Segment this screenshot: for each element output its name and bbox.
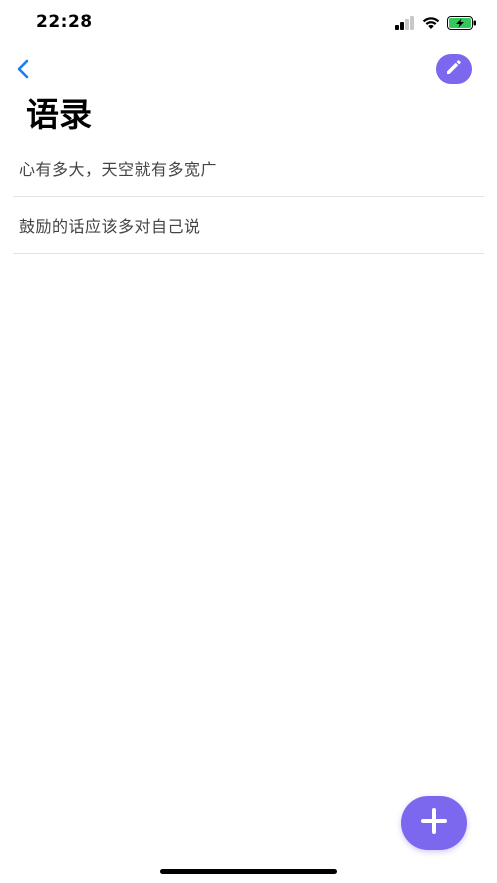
quote-text: 心有多大，天空就有多宽广 — [19, 160, 218, 179]
plus-icon — [417, 804, 451, 842]
add-quote-button[interactable] — [401, 796, 467, 850]
status-bar: 22:28 — [0, 0, 497, 48]
list-item[interactable]: 心有多大，天空就有多宽广 — [13, 140, 484, 197]
pencil-icon — [444, 57, 464, 81]
status-icons — [395, 15, 477, 33]
quote-text: 鼓励的话应该多对自己说 — [19, 217, 201, 236]
wifi-icon — [421, 15, 441, 34]
status-time: 22:28 — [36, 12, 93, 32]
list-item[interactable]: 鼓励的话应该多对自己说 — [13, 197, 484, 254]
page-title: 语录 — [26, 95, 92, 134]
chevron-left-icon — [10, 59, 40, 88]
edit-button[interactable] — [436, 54, 472, 84]
quote-list: 心有多大，天空就有多宽广 鼓励的话应该多对自己说 — [13, 140, 484, 254]
signal-icon — [395, 15, 415, 34]
battery-charging-icon — [447, 15, 477, 34]
back-button[interactable] — [10, 54, 40, 84]
home-indicator — [160, 869, 337, 874]
